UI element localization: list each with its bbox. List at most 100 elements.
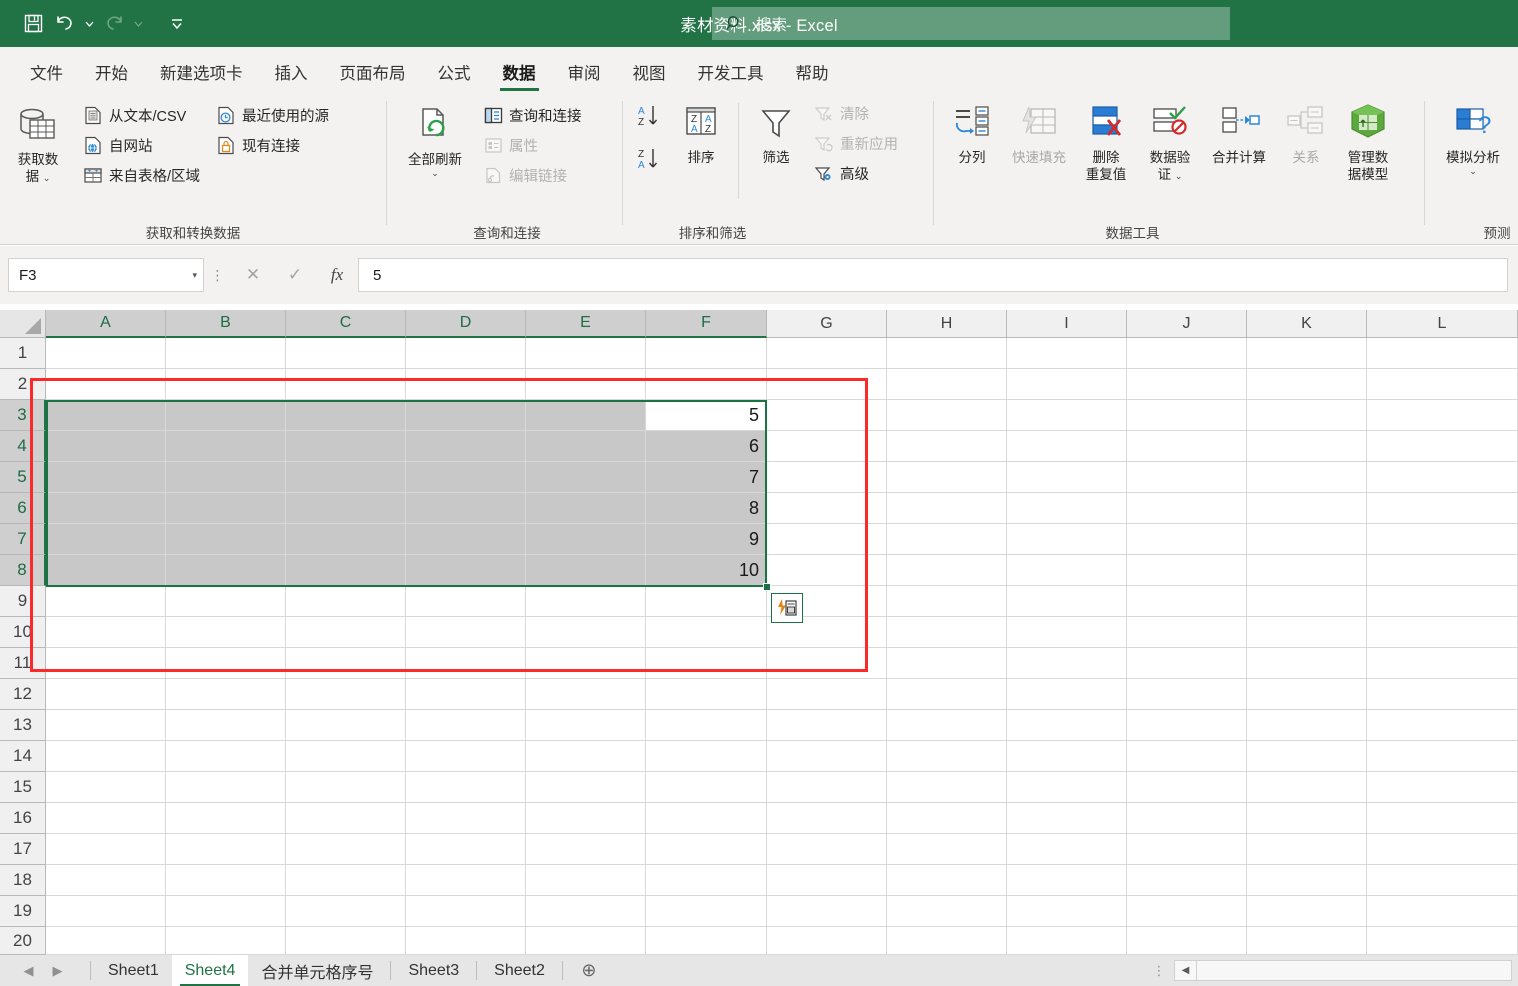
cell-E14[interactable] — [526, 741, 646, 772]
cell-A10[interactable] — [46, 617, 166, 648]
sheet-tab-sheet3[interactable]: Sheet3 — [395, 955, 472, 986]
cell-A19[interactable] — [46, 896, 166, 927]
column-header-J[interactable]: J — [1127, 310, 1247, 338]
cell-I14[interactable] — [1007, 741, 1127, 772]
scroll-left-button[interactable]: ◀ — [1175, 961, 1197, 980]
cell-F18[interactable] — [646, 865, 767, 896]
column-header-D[interactable]: D — [406, 310, 526, 338]
cell-D1[interactable] — [406, 338, 526, 369]
cell-I1[interactable] — [1007, 338, 1127, 369]
cell-L18[interactable] — [1367, 865, 1518, 896]
row-header-16[interactable]: 16 — [0, 803, 46, 834]
cell-K2[interactable] — [1247, 369, 1367, 400]
cell-F1[interactable] — [646, 338, 767, 369]
row-header-19[interactable]: 19 — [0, 896, 46, 927]
cell-I18[interactable] — [1007, 865, 1127, 896]
cell-F6[interactable]: 8 — [646, 493, 767, 524]
cell-F19[interactable] — [646, 896, 767, 927]
cell-A16[interactable] — [46, 803, 166, 834]
flash-fill-button[interactable]: 快速填充 — [1004, 97, 1074, 166]
cell-B18[interactable] — [166, 865, 286, 896]
cell-F7[interactable]: 9 — [646, 524, 767, 555]
cell-C20[interactable] — [286, 927, 406, 955]
cell-J9[interactable] — [1127, 586, 1247, 617]
cell-H10[interactable] — [887, 617, 1007, 648]
relationships-button[interactable]: 关系 — [1276, 97, 1336, 166]
cell-A8[interactable] — [46, 555, 166, 586]
cell-E11[interactable] — [526, 648, 646, 679]
row-header-17[interactable]: 17 — [0, 834, 46, 865]
cell-F4[interactable]: 6 — [646, 431, 767, 462]
cell-H6[interactable] — [887, 493, 1007, 524]
undo-dropdown[interactable] — [82, 9, 97, 39]
cell-E2[interactable] — [526, 369, 646, 400]
cell-H5[interactable] — [887, 462, 1007, 493]
column-header-H[interactable]: H — [887, 310, 1007, 338]
cell-C8[interactable] — [286, 555, 406, 586]
cell-B14[interactable] — [166, 741, 286, 772]
cell-B7[interactable] — [166, 524, 286, 555]
cell-H11[interactable] — [887, 648, 1007, 679]
cell-J17[interactable] — [1127, 834, 1247, 865]
cell-A14[interactable] — [46, 741, 166, 772]
cell-F10[interactable] — [646, 617, 767, 648]
cell-D18[interactable] — [406, 865, 526, 896]
cell-C10[interactable] — [286, 617, 406, 648]
row-header-1[interactable]: 1 — [0, 338, 46, 369]
cell-F20[interactable] — [646, 927, 767, 955]
cell-G5[interactable] — [767, 462, 887, 493]
queries-connections-button[interactable]: 查询和连接 — [478, 101, 587, 130]
cell-C18[interactable] — [286, 865, 406, 896]
cell-G18[interactable] — [767, 865, 887, 896]
cell-L3[interactable] — [1367, 400, 1518, 431]
cell-J2[interactable] — [1127, 369, 1247, 400]
cell-C17[interactable] — [286, 834, 406, 865]
cell-B3[interactable] — [166, 400, 286, 431]
cell-A11[interactable] — [46, 648, 166, 679]
cell-G16[interactable] — [767, 803, 887, 834]
cell-E13[interactable] — [526, 710, 646, 741]
what-if-analysis-button[interactable]: ? 模拟分析 ⌄ — [1430, 97, 1516, 176]
cell-C16[interactable] — [286, 803, 406, 834]
cell-F14[interactable] — [646, 741, 767, 772]
cell-F16[interactable] — [646, 803, 767, 834]
cell-B15[interactable] — [166, 772, 286, 803]
cell-B19[interactable] — [166, 896, 286, 927]
cell-F15[interactable] — [646, 772, 767, 803]
row-header-11[interactable]: 11 — [0, 648, 46, 679]
cell-K9[interactable] — [1247, 586, 1367, 617]
cell-H16[interactable] — [887, 803, 1007, 834]
cell-H2[interactable] — [887, 369, 1007, 400]
manage-data-model-button[interactable]: 管理数 据模型 — [1336, 97, 1400, 183]
edit-links-button[interactable]: 编辑链接 — [478, 161, 587, 190]
column-header-L[interactable]: L — [1367, 310, 1518, 338]
cell-A18[interactable] — [46, 865, 166, 896]
cell-I2[interactable] — [1007, 369, 1127, 400]
cell-J8[interactable] — [1127, 555, 1247, 586]
cell-L12[interactable] — [1367, 679, 1518, 710]
cell-D4[interactable] — [406, 431, 526, 462]
cell-B17[interactable] — [166, 834, 286, 865]
tab-home[interactable]: 开始 — [79, 51, 144, 93]
cell-J3[interactable] — [1127, 400, 1247, 431]
column-header-C[interactable]: C — [286, 310, 406, 338]
select-all-corner[interactable] — [0, 310, 46, 338]
cell-E16[interactable] — [526, 803, 646, 834]
cell-B6[interactable] — [166, 493, 286, 524]
cell-C5[interactable] — [286, 462, 406, 493]
column-header-K[interactable]: K — [1247, 310, 1367, 338]
cell-G2[interactable] — [767, 369, 887, 400]
recent-sources-button[interactable]: 最近使用的源 — [211, 101, 334, 130]
cell-J4[interactable] — [1127, 431, 1247, 462]
cell-K15[interactable] — [1247, 772, 1367, 803]
save-button[interactable] — [18, 9, 48, 39]
cell-J11[interactable] — [1127, 648, 1247, 679]
sheet-tab-sheet1[interactable]: Sheet1 — [95, 955, 172, 986]
cell-C15[interactable] — [286, 772, 406, 803]
formula-bar-grip[interactable]: ⋮ — [204, 258, 232, 292]
cell-L2[interactable] — [1367, 369, 1518, 400]
tab-view[interactable]: 视图 — [617, 51, 682, 93]
text-to-columns-button[interactable]: 分列 — [940, 97, 1004, 166]
cell-L13[interactable] — [1367, 710, 1518, 741]
cell-J10[interactable] — [1127, 617, 1247, 648]
